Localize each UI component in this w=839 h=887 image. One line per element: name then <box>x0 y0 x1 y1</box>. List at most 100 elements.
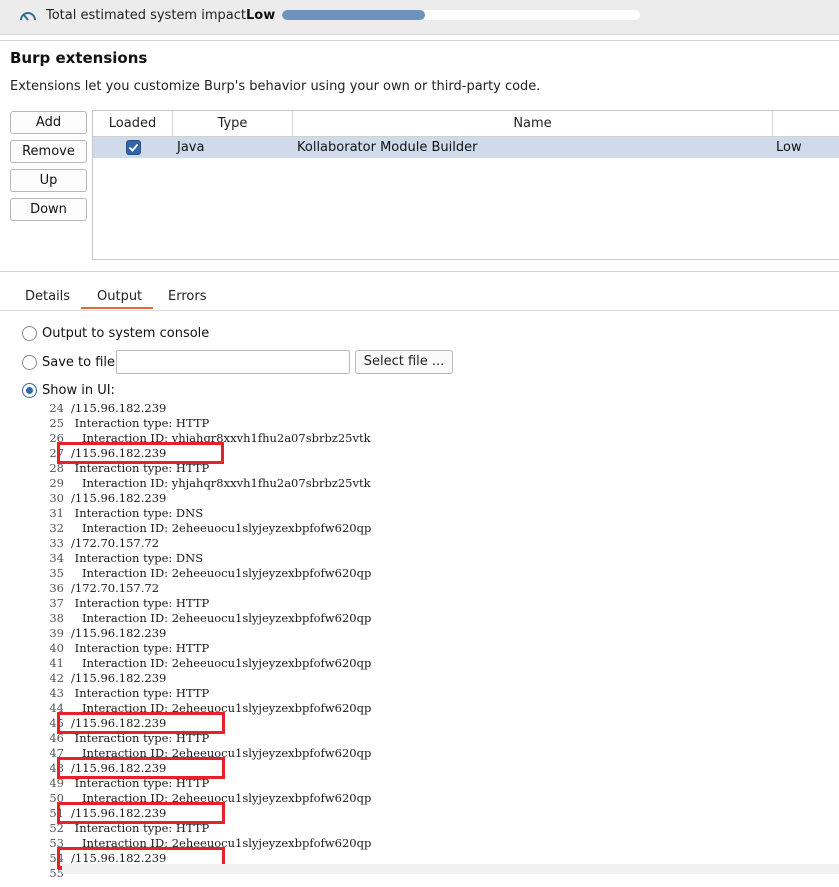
line-number: 33 <box>49 536 64 550</box>
log-text: Interaction ID: 2eheeuocu1slyjeyzexbpfof… <box>71 566 372 580</box>
log-line: 34 Interaction type: DNS <box>0 551 839 566</box>
extensions-table[interactable]: Loaded Type Name Java Kollaborator Modul… <box>92 110 839 260</box>
log-text: Interaction type: HTTP <box>71 641 210 655</box>
log-text: Interaction type: HTTP <box>71 416 210 430</box>
log-line: 29 Interaction ID: yhjahqr8xxvh1fhu2a07s… <box>0 476 839 491</box>
tab-errors[interactable]: Errors <box>168 289 206 304</box>
impact-progress-fill <box>282 10 426 20</box>
line-number: 31 <box>49 506 64 520</box>
line-number: 49 <box>49 776 64 790</box>
log-text: Interaction ID: 2eheeuocu1slyjeyzexbpfof… <box>71 656 372 670</box>
line-number: 41 <box>49 656 64 670</box>
line-number: 40 <box>49 641 64 655</box>
log-line: 32 Interaction ID: 2eheeuocu1slyjeyzexbp… <box>0 521 839 536</box>
log-line: 30/115.96.182.239 <box>0 491 839 506</box>
log-text: /115.96.182.239 <box>71 671 167 685</box>
column-header-impact[interactable] <box>773 111 839 137</box>
output-log[interactable]: 24/115.96.182.239 25 Interaction type: HT… <box>0 404 839 887</box>
line-number: 24 <box>49 404 64 415</box>
line-number: 43 <box>49 686 64 700</box>
log-text: Interaction ID: yhjahqr8xxvh1fhu2a07sbrb… <box>71 476 371 490</box>
line-number: 25 <box>49 416 64 430</box>
log-text: Interaction type: HTTP <box>71 821 210 835</box>
system-console-label[interactable]: Output to system console <box>42 326 209 341</box>
log-line: 49 Interaction type: HTTP <box>0 776 839 791</box>
line-number: 55 <box>49 866 64 880</box>
log-text: Interaction ID: 2eheeuocu1slyjeyzexbpfof… <box>71 611 372 625</box>
row-name: Kollaborator Module Builder <box>297 140 478 155</box>
tab-output[interactable]: Output <box>97 289 142 304</box>
log-line: 24/115.96.182.239 <box>0 404 839 416</box>
log-text: Interaction type: HTTP <box>71 731 210 745</box>
line-number: 28 <box>49 461 64 475</box>
column-header-name[interactable]: Name <box>293 111 773 137</box>
log-text: Interaction type: DNS <box>71 551 204 565</box>
line-number: 38 <box>49 611 64 625</box>
log-line: 39/115.96.182.239 <box>0 626 839 641</box>
log-text: /115.96.182.239 <box>71 626 167 640</box>
line-number: 39 <box>49 626 64 640</box>
line-number: 37 <box>49 596 64 610</box>
column-header-type[interactable]: Type <box>173 111 293 137</box>
log-text: /115.96.182.239 <box>71 404 167 415</box>
impact-label: Total estimated system impact: <box>46 8 251 23</box>
save-to-file-radio[interactable] <box>22 355 37 370</box>
log-line: 38 Interaction ID: 2eheeuocu1slyjeyzexbp… <box>0 611 839 626</box>
line-number: 35 <box>49 566 64 580</box>
log-line: 25 Interaction type: HTTP <box>0 416 839 431</box>
log-line: 46 Interaction type: HTTP <box>0 731 839 746</box>
log-line: 31 Interaction type: DNS <box>0 506 839 521</box>
loaded-checkbox[interactable] <box>126 140 141 155</box>
log-text: /115.96.182.239 <box>71 491 167 505</box>
log-line: 41 Interaction ID: 2eheeuocu1slyjeyzexbp… <box>0 656 839 671</box>
line-number: 36 <box>49 581 64 595</box>
page-title: Burp extensions <box>10 49 148 67</box>
down-button[interactable]: Down <box>10 198 87 221</box>
log-line: 36/172.70.157.72 <box>0 581 839 596</box>
log-text: Interaction type: HTTP <box>71 776 210 790</box>
row-type: Java <box>177 140 205 155</box>
line-number: 34 <box>49 551 64 565</box>
log-line: 33/172.70.157.72 <box>0 536 839 551</box>
page-description: Extensions let you customize Burp's beha… <box>10 79 541 94</box>
select-file-button[interactable]: Select file ... <box>355 350 453 374</box>
log-text: /172.70.157.72 <box>71 536 160 550</box>
log-text: Interaction type: HTTP <box>71 686 210 700</box>
log-text: Interaction ID: 2eheeuocu1slyjeyzexbpfof… <box>71 521 372 535</box>
divider <box>0 271 839 272</box>
log-text: Interaction type: HTTP <box>71 596 210 610</box>
log-text: Interaction type: HTTP <box>71 461 210 475</box>
remove-button[interactable]: Remove <box>10 140 87 163</box>
log-line: 42/115.96.182.239 <box>0 671 839 686</box>
add-button[interactable]: Add <box>10 111 87 134</box>
column-header-loaded[interactable]: Loaded <box>93 111 173 137</box>
file-path-input[interactable] <box>116 350 350 374</box>
table-header: Loaded Type Name <box>93 111 839 137</box>
active-tab-indicator <box>81 307 153 309</box>
save-to-file-label[interactable]: Save to file: <box>42 355 119 370</box>
log-text: Interaction type: DNS <box>71 506 204 520</box>
table-row[interactable]: Java Kollaborator Module Builder Low <box>93 137 839 158</box>
impact-level: Low <box>246 8 276 23</box>
checkmark-icon <box>128 143 139 152</box>
line-number: 52 <box>49 821 64 835</box>
log-line: 28 Interaction type: HTTP <box>0 461 839 476</box>
row-impact: Low <box>776 140 802 155</box>
system-impact-bar: Total estimated system impact: Low <box>0 0 839 35</box>
line-number: 32 <box>49 521 64 535</box>
up-button[interactable]: Up <box>10 169 87 192</box>
impact-progress-bar <box>282 10 640 20</box>
gauge-icon <box>20 12 36 21</box>
tab-details[interactable]: Details <box>25 289 70 304</box>
line-number: 42 <box>49 671 64 685</box>
line-number: 46 <box>49 731 64 745</box>
log-line: 35 Interaction ID: 2eheeuocu1slyjeyzexbp… <box>0 566 839 581</box>
horizontal-scrollbar[interactable] <box>62 864 839 874</box>
show-in-ui-radio[interactable] <box>22 383 37 398</box>
show-in-ui-label[interactable]: Show in UI: <box>42 383 115 398</box>
tabs-divider <box>0 310 839 311</box>
log-line: 40 Interaction type: HTTP <box>0 641 839 656</box>
system-console-radio[interactable] <box>22 326 37 341</box>
log-line: 52 Interaction type: HTTP <box>0 821 839 836</box>
log-line: 37 Interaction type: HTTP <box>0 596 839 611</box>
